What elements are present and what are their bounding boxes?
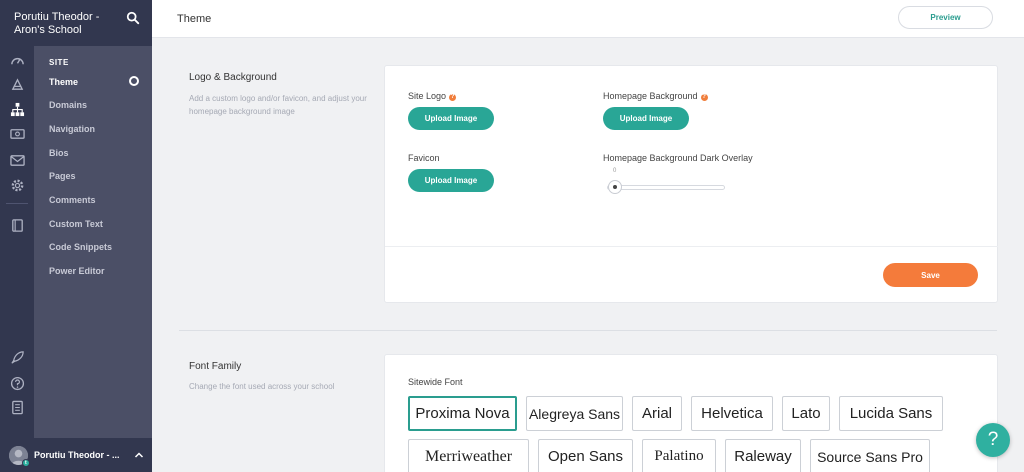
upload-homepage-background-button[interactable]: Upload Image <box>603 107 689 130</box>
speedometer-icon[interactable] <box>10 77 25 92</box>
font-option-lato[interactable]: Lato <box>782 396 830 431</box>
user-footer[interactable]: t Porutiu Theodor - ... <box>0 438 152 472</box>
report-icon[interactable] <box>10 400 25 415</box>
logo-card: Site Logo? Upload Image Homepage Backgro… <box>384 65 998 303</box>
font-option-source-sans-pro[interactable]: Source Sans Pro <box>810 439 930 472</box>
active-indicator-icon <box>129 76 139 86</box>
font-card: Sitewide Font Proxima Nova Alegreya Sans… <box>384 354 998 472</box>
book-icon[interactable] <box>10 218 25 233</box>
sidebar-item-comments[interactable]: Comments <box>49 195 144 205</box>
section-divider <box>179 330 997 331</box>
question-icon[interactable] <box>10 376 25 391</box>
homepage-background-label: Homepage Background? <box>603 91 708 101</box>
school-header: Porutiu Theodor - Aron's School <box>0 0 152 46</box>
homepage-background-label-text: Homepage Background <box>603 91 698 101</box>
font-option-merriweather[interactable]: Merriweather <box>408 439 529 472</box>
icon-rail <box>0 46 34 438</box>
dark-overlay-slider-track[interactable] <box>607 185 725 190</box>
upload-favicon-button[interactable]: Upload Image <box>408 169 494 192</box>
font-section-description: Change the font used across your school <box>189 382 335 391</box>
nav-section-title: SITE <box>49 58 69 67</box>
top-bar: Theme Preview <box>152 0 1024 38</box>
rocket-icon[interactable] <box>10 350 25 365</box>
font-option-palatino[interactable]: Palatino <box>642 439 716 472</box>
search-icon[interactable] <box>126 11 140 25</box>
sidebar-item-power-editor[interactable]: Power Editor <box>49 266 144 276</box>
site-logo-label: Site Logo? <box>408 91 457 101</box>
avatar-badge-letter: t <box>25 460 27 466</box>
font-option-open-sans[interactable]: Open Sans <box>538 439 633 472</box>
money-icon[interactable] <box>10 126 25 141</box>
sidebar-item-domains[interactable]: Domains <box>49 100 144 110</box>
site-logo-label-text: Site Logo <box>408 91 447 101</box>
logo-section-description: Add a custom logo and/or favicon, and ad… <box>189 94 367 116</box>
sidebar-item-pages[interactable]: Pages <box>49 171 144 181</box>
card-divider <box>385 246 998 247</box>
help-icon[interactable]: ? <box>700 94 708 101</box>
font-section-title: Font Family <box>189 361 242 372</box>
font-option-alegreya-sans[interactable]: Alegreya Sans <box>526 396 623 431</box>
sidebar: Porutiu Theodor - Aron's School SITE The… <box>0 0 152 472</box>
dark-overlay-value: 0 <box>613 168 617 174</box>
font-option-arial[interactable]: Arial <box>632 396 682 431</box>
help-chat-button[interactable]: ? <box>976 423 1010 457</box>
user-name: Porutiu Theodor - ... <box>34 450 120 460</box>
upload-site-logo-button[interactable]: Upload Image <box>408 107 494 130</box>
sidebar-item-navigation[interactable]: Navigation <box>49 124 144 134</box>
sidebar-item-code-snippets[interactable]: Code Snippets <box>49 242 144 252</box>
dark-overlay-slider-handle[interactable] <box>608 180 622 194</box>
preview-button[interactable]: Preview <box>898 6 993 29</box>
mail-icon[interactable] <box>10 153 25 168</box>
sidebar-item-bios[interactable]: Bios <box>49 148 144 158</box>
page-title: Theme <box>177 13 212 25</box>
school-title[interactable]: Porutiu Theodor - Aron's School <box>14 11 124 37</box>
dashboard-icon[interactable] <box>10 53 25 68</box>
gear-icon[interactable] <box>10 178 25 193</box>
font-option-raleway[interactable]: Raleway <box>725 439 801 472</box>
sitewide-font-label: Sitewide Font <box>408 377 463 387</box>
site-nav: SITE Theme Domains Navigation Bios Pages… <box>34 46 152 438</box>
font-option-helvetica[interactable]: Helvetica <box>691 396 773 431</box>
font-option-lucida-sans[interactable]: Lucida Sans <box>839 396 943 431</box>
sitemap-icon[interactable] <box>10 102 25 117</box>
sidebar-item-custom-text[interactable]: Custom Text <box>49 219 144 229</box>
save-button[interactable]: Save <box>883 263 978 287</box>
avatar-badge: t <box>22 459 30 467</box>
dark-overlay-label: Homepage Background Dark Overlay <box>603 153 753 163</box>
font-option-proxima-nova[interactable]: Proxima Nova <box>408 396 517 431</box>
favicon-label: Favicon <box>408 153 440 163</box>
logo-section-title: Logo & Background <box>189 72 277 83</box>
help-icon[interactable]: ? <box>449 94 457 101</box>
chevron-up-icon[interactable] <box>134 451 144 459</box>
rail-divider <box>6 203 28 204</box>
